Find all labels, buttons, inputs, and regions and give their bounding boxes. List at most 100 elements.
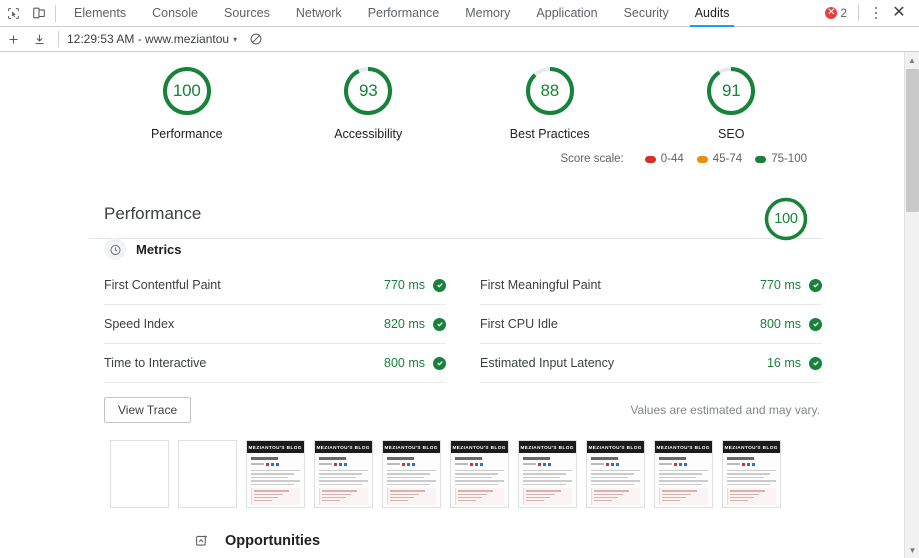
gauge-seo[interactable]: 91 SEO [641, 65, 823, 141]
tab-label: Sources [223, 6, 270, 20]
metric-row[interactable]: Estimated Input Latency 16 ms [480, 344, 822, 383]
scrollbar-thumb[interactable] [906, 69, 919, 212]
score-scale-item-low: 0-44 [644, 153, 684, 165]
gauge-score: 100 [774, 211, 798, 227]
device-toolbar-icon[interactable] [26, 0, 52, 26]
filmstrip-frame-header: MEZIANTOU'S BLOG [519, 441, 576, 453]
gauge-accessibility[interactable]: 93 Accessibility [278, 65, 460, 141]
tab-sources[interactable]: Sources [211, 0, 283, 27]
metric-value: 820 ms [384, 317, 425, 331]
filmstrip-frame-header: MEZIANTOU'S BLOG [315, 441, 372, 453]
gauge-best-practices[interactable]: 88 Best Practices [459, 65, 641, 141]
filmstrip-brand: MEZIANTOU'S BLOG [520, 444, 575, 450]
image-opportunity-icon [193, 532, 210, 549]
inspect-element-icon[interactable] [0, 0, 26, 26]
filmstrip-brand: MEZIANTOU'S BLOG [588, 444, 643, 450]
error-count-label: 2 [840, 6, 847, 20]
score-scale-range: 0-44 [660, 153, 684, 165]
gauge-performance[interactable]: 100 Performance [96, 65, 278, 141]
filmstrip-frame: MEZIANTOU'S BLOG [518, 440, 577, 508]
gauge-label: Best Practices [509, 127, 590, 141]
tab-console[interactable]: Console [139, 0, 211, 27]
score-scale-item-mid: 45-74 [696, 153, 742, 165]
gauge-ring: 91 [705, 65, 757, 117]
gauge-score: 88 [540, 81, 559, 100]
filmstrip-brand: MEZIANTOU'S BLOG [724, 444, 779, 450]
scroll-up-icon[interactable]: ▲ [905, 52, 919, 68]
score-scale-swatch [696, 155, 708, 163]
gauge-score: 91 [721, 81, 741, 100]
filmstrip-frame: MEZIANTOU'S BLOG [654, 440, 713, 508]
filmstrip-frame: MEZIANTOU'S BLOG [586, 440, 645, 508]
filmstrip-frame-header: MEZIANTOU'S BLOG [451, 441, 508, 453]
pass-check-icon [809, 356, 822, 370]
tab-network[interactable]: Network [283, 0, 355, 27]
metric-row[interactable]: Time to Interactive 800 ms [104, 344, 446, 383]
filmstrip-frame: MEZIANTOU'S BLOG [382, 440, 441, 508]
filmstrip-brand: MEZIANTOU'S BLOG [656, 444, 711, 450]
filmstrip-frame-header: MEZIANTOU'S BLOG [587, 441, 644, 453]
filmstrip-frame-header: MEZIANTOU'S BLOG [383, 441, 440, 453]
panel-tab-list: Elements Console Sources Network Perform… [61, 0, 742, 27]
filmstrip: MEZIANTOU'S BLOG MEZIANTOU'S BLOG MEZIANTO… [110, 440, 822, 508]
performance-title: Performance [104, 204, 202, 223]
metric-name: Estimated Input Latency [480, 356, 615, 370]
metric-value: 770 ms [760, 278, 801, 292]
gauge-ring: 100 [763, 196, 809, 242]
filmstrip-frame-body [723, 453, 780, 507]
tab-performance[interactable]: Performance [355, 0, 453, 27]
filmstrip-frame-body [587, 453, 644, 507]
opportunities-title: Opportunities [225, 532, 321, 549]
metrics-column-right: First Meaningful Paint 770 ms First CPU … [480, 266, 822, 383]
export-report-icon[interactable] [26, 26, 52, 52]
metric-row[interactable]: Speed Index 820 ms [104, 305, 446, 344]
view-trace-button[interactable]: View Trace [104, 397, 192, 423]
add-audit-icon[interactable] [0, 26, 26, 52]
clear-all-icon[interactable] [249, 32, 263, 46]
filmstrip-frame [178, 440, 237, 508]
tab-label: Console [152, 6, 198, 20]
tab-label: Security [623, 6, 669, 20]
audit-run-select[interactable]: 12:29:53 AM - www.meziantou ▾ [67, 32, 237, 46]
error-icon: ✕ [825, 7, 838, 19]
tab-application[interactable]: Application [523, 0, 610, 27]
more-options-icon[interactable] [866, 1, 886, 25]
tab-label: Memory [465, 6, 511, 20]
scroll-down-icon[interactable]: ▼ [905, 542, 919, 558]
error-count-badge[interactable]: ✕ 2 [825, 6, 847, 20]
gauge-score: 93 [358, 81, 378, 100]
metric-name: First Meaningful Paint [480, 278, 601, 292]
opportunities-header: Opportunities [193, 532, 822, 549]
pass-check-icon [809, 278, 822, 292]
tab-memory[interactable]: Memory [452, 0, 523, 27]
metrics-column-left: First Contentful Paint 770 ms Speed Inde… [104, 266, 446, 383]
pass-check-icon [433, 317, 446, 331]
tab-label: Performance [367, 6, 440, 20]
filmstrip-brand: MEZIANTOU'S BLOG [384, 444, 439, 450]
close-icon[interactable]: ✕ [886, 1, 912, 25]
score-scale-title: Score scale: [560, 153, 624, 165]
estimated-values-note: Values are estimated and may vary. [630, 403, 820, 417]
tab-audits[interactable]: Audits [682, 0, 743, 27]
score-scale-range: 75-100 [771, 153, 807, 165]
metric-row[interactable]: First CPU Idle 800 ms [480, 305, 822, 344]
tab-label: Audits [694, 6, 730, 20]
report-scrollbar[interactable]: ▲ ▼ [904, 52, 919, 558]
gauge-score: 100 [172, 81, 201, 100]
tab-label: Elements [74, 6, 127, 20]
metric-row[interactable]: First Meaningful Paint 770 ms [480, 266, 822, 305]
metrics-title: Metrics [136, 241, 182, 257]
metrics-header: Metrics [104, 238, 822, 260]
gauge-label: Accessibility [334, 127, 403, 141]
filmstrip-frame-body [519, 453, 576, 507]
tab-elements[interactable]: Elements [61, 0, 139, 27]
tab-label: Network [295, 6, 342, 20]
audit-run-label: 12:29:53 AM - www.meziantou [67, 32, 230, 46]
trace-row: View Trace Values are estimated and may … [104, 397, 822, 423]
metric-value: 800 ms [760, 317, 801, 331]
score-gauges-row: 100 Performance 93 Accessibility 88 Best… [96, 52, 822, 141]
gauge-ring: 93 [342, 65, 394, 117]
tab-security[interactable]: Security [611, 0, 682, 27]
metric-name: Time to Interactive [104, 356, 207, 370]
metric-row[interactable]: First Contentful Paint 770 ms [104, 266, 446, 305]
